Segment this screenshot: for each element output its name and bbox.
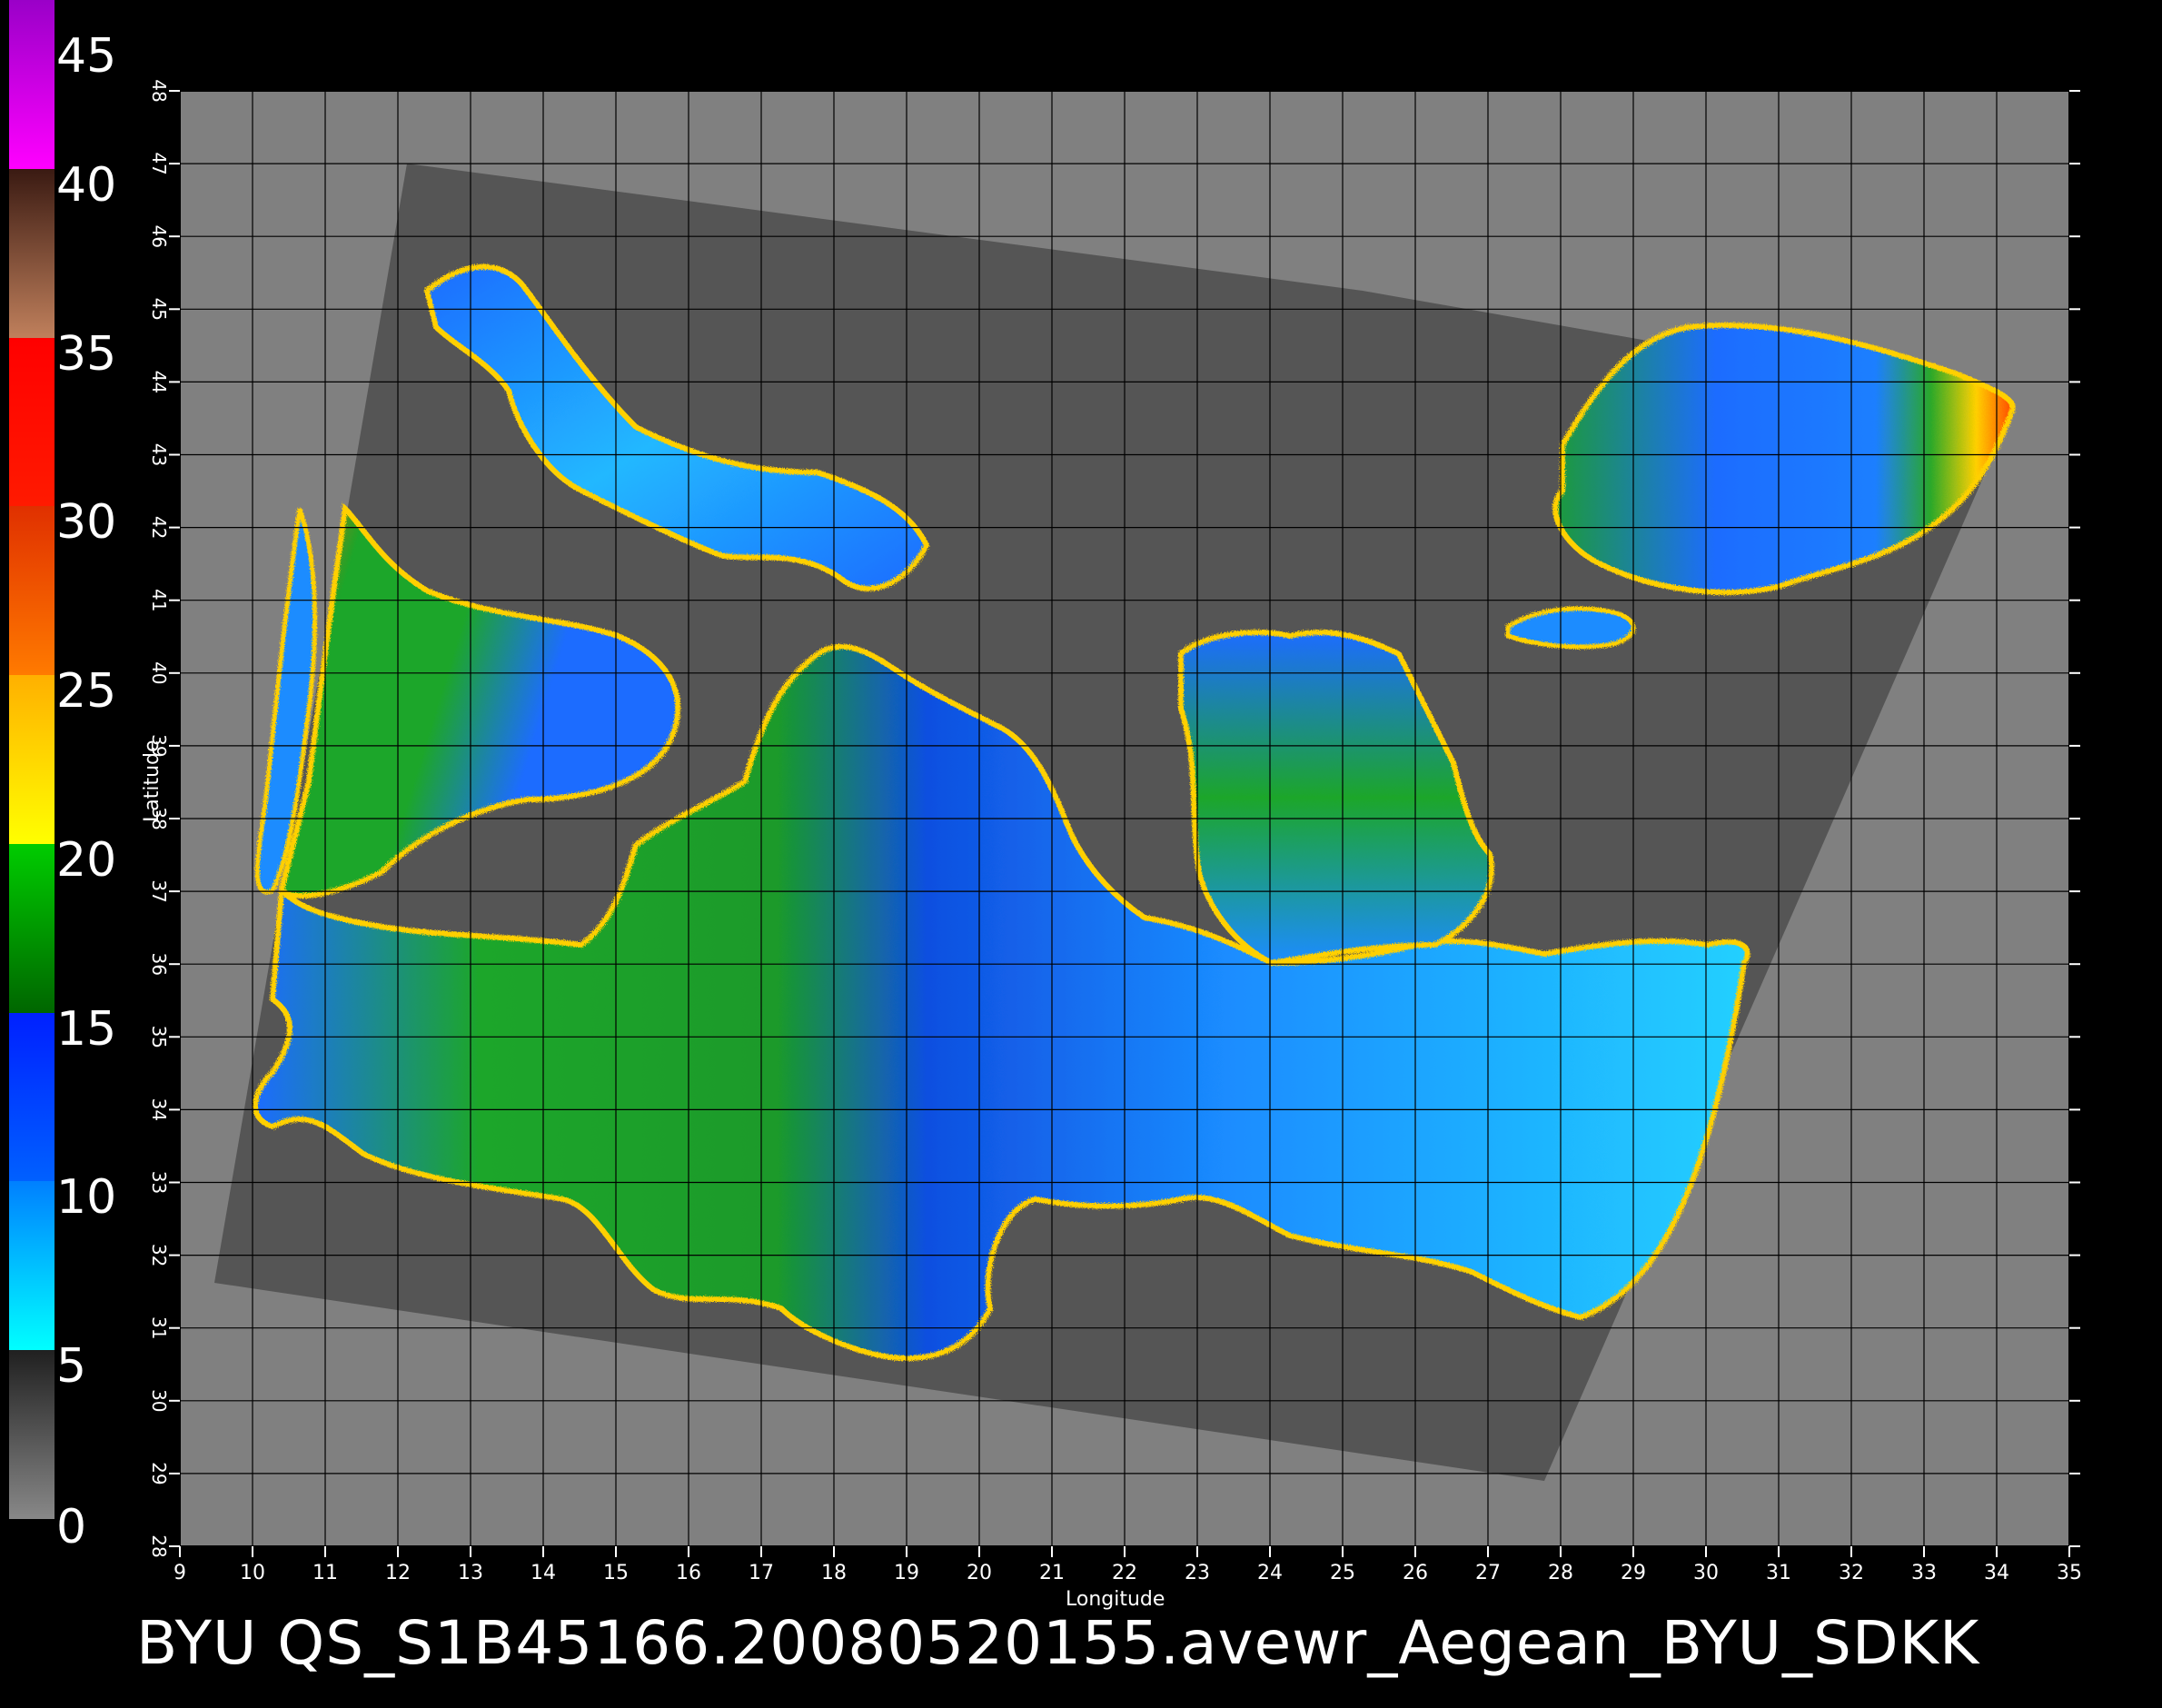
x-tick-label: 9 <box>174 1562 186 1584</box>
x-tick-label: 22 <box>1112 1562 1137 1584</box>
x-tick-label: 12 <box>385 1562 411 1584</box>
y-tick-label: 28 <box>148 1534 170 1557</box>
y-tick-label: 41 <box>148 589 170 611</box>
x-tick-label: 34 <box>1984 1562 2009 1584</box>
map-figure: 45 40 35 30 25 20 15 10 5 0 9 10 11 12 1… <box>0 0 2162 1708</box>
y-tick-label: 48 <box>148 79 170 102</box>
x-tick-label: 16 <box>676 1562 701 1584</box>
x-axis-ticks: 9 10 11 12 13 14 15 16 17 18 19 20 21 22 23 24 25 26 27 28 2… <box>174 1546 2082 1584</box>
x-tick-label: 23 <box>1185 1562 1210 1584</box>
y-tick-label: 30 <box>148 1389 170 1412</box>
y-tick-label: 43 <box>148 443 170 466</box>
x-tick-label: 20 <box>967 1562 992 1584</box>
x-tick-label: 17 <box>749 1562 774 1584</box>
x-tick-label: 11 <box>312 1562 338 1584</box>
x-tick-label: 25 <box>1330 1562 1355 1584</box>
x-tick-label: 21 <box>1039 1562 1065 1584</box>
x-tick-label: 27 <box>1475 1562 1501 1584</box>
x-tick-label: 19 <box>894 1562 919 1584</box>
y-tick-label: 45 <box>148 298 170 321</box>
x-tick-label: 14 <box>531 1562 556 1584</box>
x-tick-label: 33 <box>1911 1562 1937 1584</box>
y-tick-label: 40 <box>148 661 170 684</box>
x-tick-label: 26 <box>1403 1562 1428 1584</box>
x-tick-label: 29 <box>1621 1562 1646 1584</box>
y-tick-label: 29 <box>148 1462 170 1485</box>
x-tick-label: 10 <box>240 1562 265 1584</box>
x-tick-label: 30 <box>1693 1562 1719 1584</box>
y-tick-label: 32 <box>148 1244 170 1266</box>
y-tick-label: 44 <box>148 371 170 393</box>
y-tick-label: 46 <box>148 224 170 247</box>
y-axis-label: Latitude <box>141 740 164 822</box>
map-plot: 9 10 11 12 13 14 15 16 17 18 19 20 21 22 23 24 25 26 27 28 2… <box>148 79 2082 1584</box>
x-tick-label: 31 <box>1766 1562 1791 1584</box>
x-tick-label: 24 <box>1257 1562 1283 1584</box>
x-tick-label: 32 <box>1839 1562 1864 1584</box>
y-tick-label: 42 <box>148 516 170 539</box>
x-tick-label: 15 <box>603 1562 629 1584</box>
x-tick-label: 28 <box>1548 1562 1573 1584</box>
y-tick-label: 31 <box>148 1316 170 1339</box>
y-tick-label: 37 <box>148 879 170 902</box>
graticule-grid <box>179 90 2070 1547</box>
y-tick-label: 33 <box>148 1171 170 1194</box>
x-tick-label: 18 <box>821 1562 847 1584</box>
x-tick-label: 13 <box>458 1562 483 1584</box>
x-tick-label: 35 <box>2057 1562 2082 1584</box>
y-tick-label: 36 <box>148 952 170 975</box>
y-tick-label: 47 <box>148 152 170 174</box>
figure-title: BYU QS_S1B45166.20080520155.avewr_Aegean… <box>136 1608 1980 1678</box>
y-tick-label: 35 <box>148 1026 170 1048</box>
y-tick-label: 34 <box>148 1098 170 1121</box>
